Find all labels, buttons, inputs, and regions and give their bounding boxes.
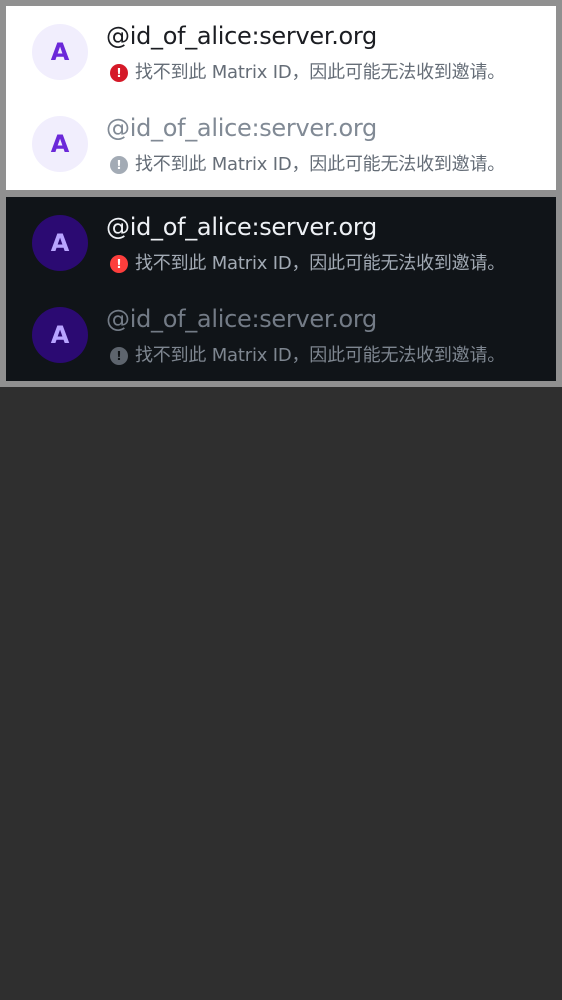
avatar: A [32,307,88,363]
warning-text: 找不到此 Matrix ID，因此可能无法收到邀请。 [135,345,506,366]
avatar: A [32,24,88,80]
unknown-id-warning: ! 找不到此 Matrix ID，因此可能无法收到邀请。 [110,344,505,368]
user-id: @id_of_alice:server.org [106,213,377,241]
unknown-id-warning: ! 找不到此 Matrix ID，因此可能无法收到邀请。 [110,153,505,177]
user-list-item[interactable]: A @id_of_alice:server.org ! 找不到此 Matrix … [6,6,556,98]
warning-text: 找不到此 Matrix ID，因此可能无法收到邀请。 [135,154,506,175]
user-id: @id_of_alice:server.org [106,305,377,333]
user-id: @id_of_alice:server.org [106,22,377,50]
error-circle-icon: ! [110,156,128,174]
avatar: A [32,116,88,172]
error-circle-icon: ! [110,64,128,82]
user-id: @id_of_alice:server.org [106,114,377,142]
warning-text: 找不到此 Matrix ID，因此可能无法收到邀请。 [135,253,506,274]
avatar: A [32,215,88,271]
user-list-item[interactable]: A @id_of_alice:server.org ! 找不到此 Matrix … [6,197,556,289]
preview-frame: A @id_of_alice:server.org ! 找不到此 Matrix … [0,0,562,387]
dark-theme-panel: A @id_of_alice:server.org ! 找不到此 Matrix … [6,197,556,381]
user-list-item-disabled: A @id_of_alice:server.org ! 找不到此 Matrix … [6,98,556,190]
warning-text: 找不到此 Matrix ID，因此可能无法收到邀请。 [135,62,506,83]
error-circle-icon: ! [110,255,128,273]
error-circle-icon: ! [110,347,128,365]
light-theme-panel: A @id_of_alice:server.org ! 找不到此 Matrix … [6,6,556,190]
unknown-id-warning: ! 找不到此 Matrix ID，因此可能无法收到邀请。 [110,61,505,85]
unknown-id-warning: ! 找不到此 Matrix ID，因此可能无法收到邀请。 [110,252,505,276]
user-list-item-disabled: A @id_of_alice:server.org ! 找不到此 Matrix … [6,289,556,381]
